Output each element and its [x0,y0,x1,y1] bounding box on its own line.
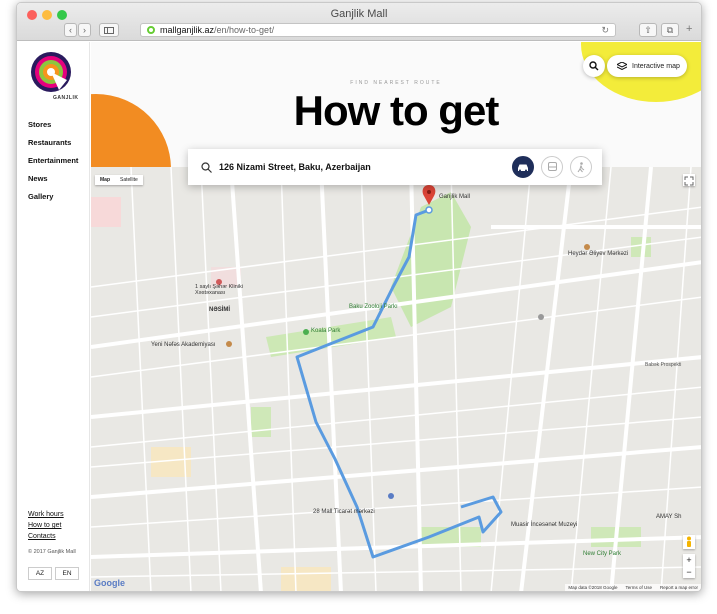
map-layers-icon [617,62,627,70]
url-host: mallganjlik.az [160,25,215,35]
site-search-button[interactable] [583,55,605,77]
map-label-amay: AMAY Sh [656,514,682,520]
copyright: © 2017 Ganjlik Mall [28,549,76,555]
map-label-zoo: Baku Zooloji Parkı [349,304,398,310]
zoom-out-button[interactable]: − [683,566,695,578]
map-label-ganjlik: Ganjlik Mall [439,194,471,200]
site-favicon-icon [147,26,155,34]
hero-subtitle: FIND NEAREST ROUTE [350,80,442,86]
map-label-new-city-park: New City Park [583,551,622,557]
share-button[interactable]: ⇧ [639,23,657,37]
interactive-map-button[interactable]: Interactive map [607,55,687,77]
interactive-map-label: Interactive map [632,62,680,70]
map-label-yeni-nefes: Yeni Nəfəs Akademiyası [151,342,216,348]
street-view-pegman[interactable] [683,535,695,549]
map-type-map[interactable]: Map [95,175,115,185]
language-az-button[interactable]: AZ [28,567,52,580]
map-data-credit: Map data ©2018 Google [568,585,618,590]
terms-of-use-link[interactable]: Terms of Use [625,585,652,590]
sidebar-footer-links: Work hours How to get Contacts [28,511,64,544]
walk-icon [577,161,585,172]
address-input[interactable]: 126 Nizami Street, Baku, Azerbaijan [219,162,371,172]
map-label-museum: Muasir İncəsənət Muzeyi [511,522,578,528]
nav-item-stores[interactable]: Stores [28,120,78,129]
fullscreen-button[interactable] [683,174,695,186]
forward-button[interactable]: › [78,23,91,37]
nav-item-gallery[interactable]: Gallery [28,192,78,201]
reload-icon[interactable]: ↻ [601,25,609,36]
ganjlik-logo[interactable] [29,50,73,94]
sidebar-icon [104,26,114,34]
google-logo: Google [94,578,125,588]
sidebar: GANJLIK Stores Restaurants Entertainment… [17,42,90,591]
zoom-in-button[interactable]: + [683,554,695,566]
logo-text: GANJLIK [53,95,79,101]
map-canvas[interactable] [91,167,701,591]
map-label-nasimi: NƏSİMİ [209,307,231,313]
nav-item-restaurants[interactable]: Restaurants [28,138,78,147]
pegman-icon [687,536,691,547]
travel-mode-walk-button[interactable] [570,156,592,178]
browser-titlebar: Ganjlik Mall ‹ › mallganjlik.az/en/how-t… [17,3,701,41]
route-search-bar: 126 Nizami Street, Baku, Azerbaijan [188,149,602,185]
map-type-satellite[interactable]: Satellite [115,175,143,185]
travel-mode-selector [505,156,592,178]
zoom-control: + − [683,554,695,578]
bus-icon [547,162,557,171]
how-to-get-link[interactable]: How to get [28,522,64,529]
page-content: GANJLIK Stores Restaurants Entertainment… [17,42,701,591]
map-label-heydar: Heydər Əliyev Mərkəzi [568,251,629,257]
search-icon [201,161,212,173]
url-path: /en/how-to-get/ [214,25,275,35]
contacts-link[interactable]: Contacts [28,533,64,540]
window-title: Ganjlik Mall [330,8,388,20]
map-attribution: Map data ©2018 Google Terms of Use Repor… [565,584,701,591]
back-button[interactable]: ‹ [64,23,77,37]
language-switcher: AZ EN [28,567,82,580]
page-title: How to get [293,87,500,134]
map-label-28-mall: 28 Mall Ticarət mərkəzi [313,509,375,515]
map-label-hospital: 1 saylı Şəhər Kliniki Xəstəxanası [195,284,243,296]
google-map[interactable]: Map Satellite + − Ganjlik Mall Heydər Əl… [91,167,701,591]
nav-item-news[interactable]: News [28,174,78,183]
map-label-babak: Babək Prospekti [645,362,682,368]
language-en-button[interactable]: EN [55,567,79,580]
nav-item-entertainment[interactable]: Entertainment [28,156,78,165]
browser-window: Ganjlik Mall ‹ › mallganjlik.az/en/how-t… [16,2,702,592]
search-icon [589,61,599,71]
work-hours-link[interactable]: Work hours [28,511,64,518]
car-icon [518,164,528,171]
travel-mode-car-button[interactable] [512,156,534,178]
main-nav: Stores Restaurants Entertainment News Ga… [28,120,78,210]
travel-mode-bus-button[interactable] [541,156,563,178]
address-bar[interactable]: mallganjlik.az/en/how-to-get/ ↻ [140,23,616,37]
tabs-button[interactable]: ⧉ [661,23,679,37]
new-tab-button[interactable]: + [686,23,692,35]
map-type-control: Map Satellite [95,175,143,185]
map-label-koala-park: Koala Park [311,328,341,334]
fullscreen-icon [684,176,694,186]
report-map-error-link[interactable]: Report a map error [660,585,698,590]
sidebar-toggle-button[interactable] [99,23,119,37]
